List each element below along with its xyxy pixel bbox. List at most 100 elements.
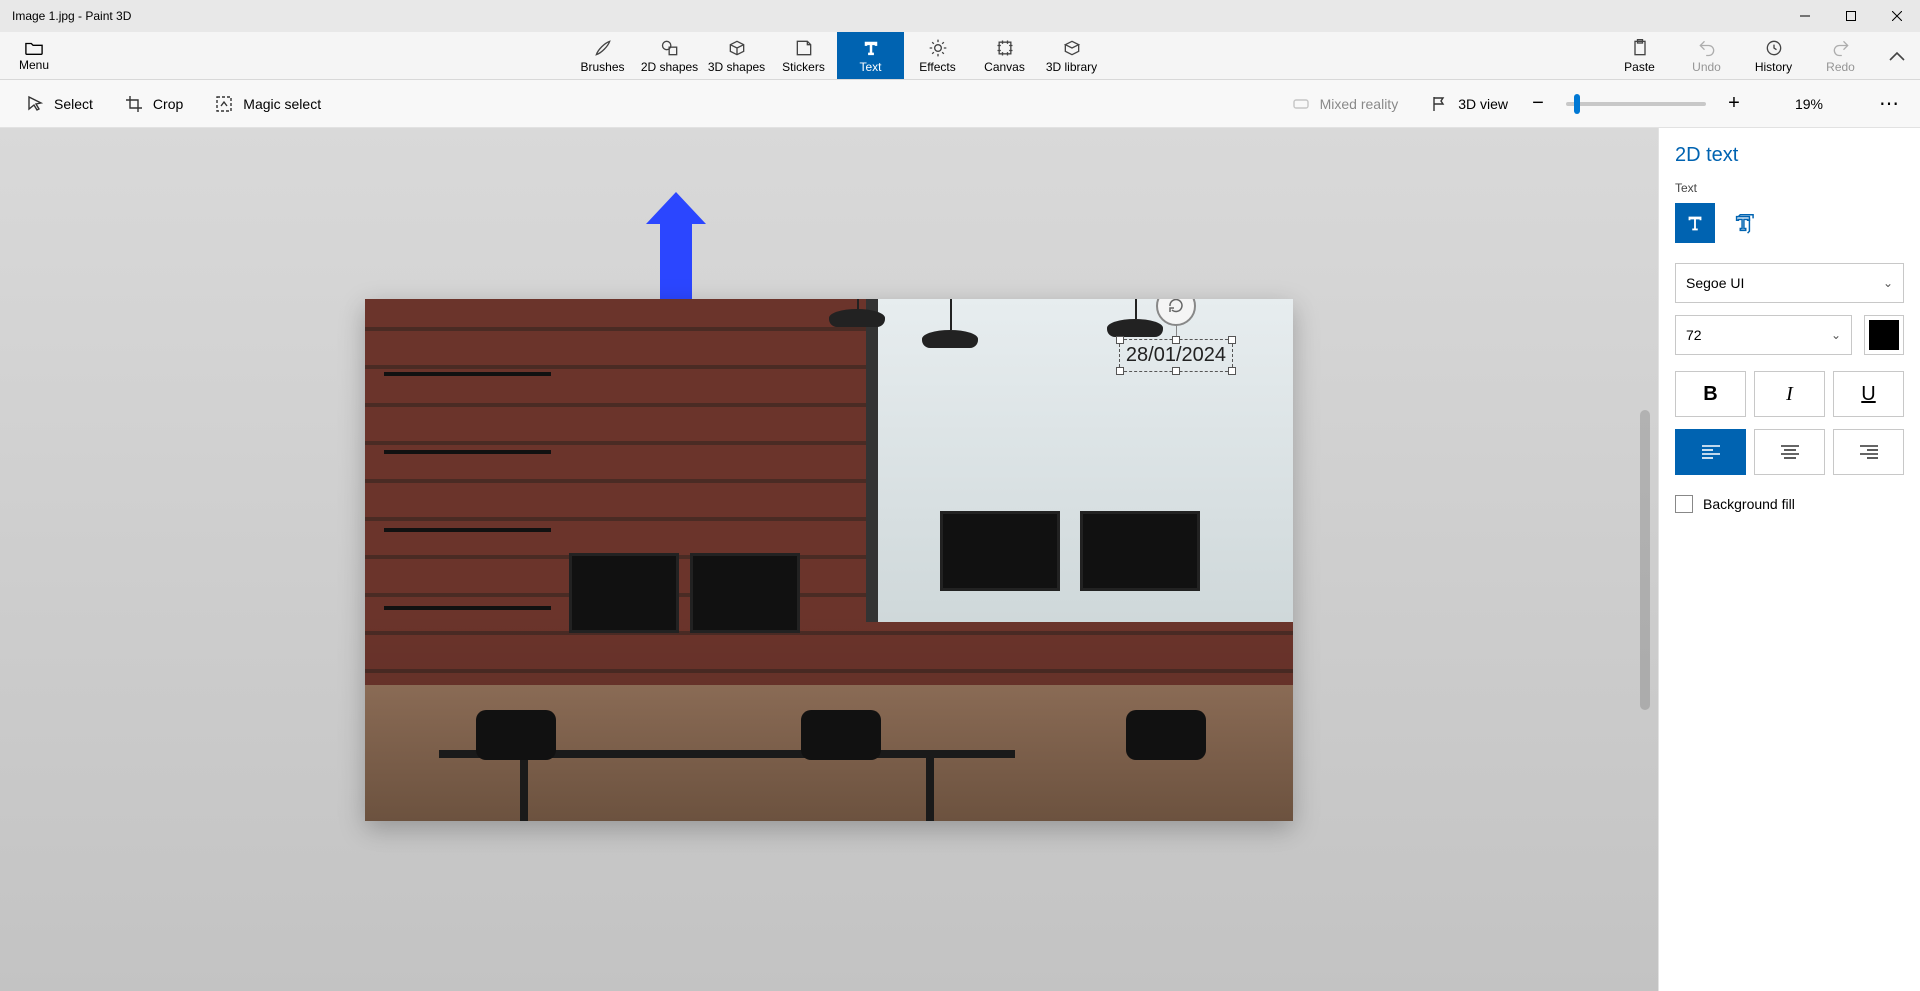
zoom-in-button[interactable]: + [1720, 90, 1748, 118]
minimize-button[interactable] [1782, 0, 1828, 32]
button-label: History [1755, 60, 1792, 74]
main: 28/01/2024 2D text Text [0, 128, 1920, 991]
secondary-toolbar: Select Crop Magic select Mixed reality 3… [0, 80, 1920, 128]
chair [801, 690, 891, 800]
more-button[interactable]: ⋯ [1870, 80, 1910, 128]
chevron-down-icon: ⌄ [1883, 276, 1893, 290]
tab-2d-shapes[interactable]: 2D shapes [636, 32, 703, 79]
tab-effects[interactable]: Effects [904, 32, 971, 79]
text-content[interactable]: 28/01/2024 [1126, 344, 1226, 366]
align-center-button[interactable] [1754, 429, 1825, 475]
cursor-icon [26, 95, 44, 113]
flag-icon [1430, 95, 1448, 113]
monitor [690, 553, 800, 633]
history-button[interactable]: History [1740, 32, 1807, 79]
ribbon: Menu Brushes 2D shapes 3D shapes Sticker… [0, 32, 1920, 80]
rotate-icon [1167, 299, 1185, 315]
menu-button[interactable]: Menu [0, 32, 68, 79]
tab-label: 3D library [1046, 60, 1097, 74]
tab-label: Brushes [580, 60, 624, 74]
effects-icon [927, 38, 949, 58]
button-label: Magic select [243, 96, 321, 112]
properties-panel: 2D text Text Segoe UI ⌄ 72 ⌄ B I U [1658, 128, 1920, 991]
brush-icon [592, 38, 614, 58]
tab-3d-shapes[interactable]: 3D shapes [703, 32, 770, 79]
shapes3d-icon [726, 38, 748, 58]
crop-button[interactable]: Crop [109, 80, 199, 128]
font-value: Segoe UI [1686, 275, 1744, 291]
tab-label: Stickers [782, 60, 825, 74]
menu-label: Menu [19, 58, 49, 72]
redo-button[interactable]: Redo [1807, 32, 1874, 79]
undo-button[interactable]: Undo [1673, 32, 1740, 79]
magic-select-button[interactable]: Magic select [199, 80, 337, 128]
shelf [384, 372, 551, 633]
crop-icon [125, 95, 143, 113]
tab-label: 3D shapes [708, 60, 765, 74]
background-fill-checkbox[interactable]: Background fill [1675, 495, 1904, 513]
resize-handle[interactable] [1172, 367, 1180, 375]
zoom-out-button[interactable]: − [1524, 90, 1552, 118]
tab-label: Text [859, 60, 881, 74]
magic-select-icon [215, 95, 233, 113]
resize-handle[interactable] [1228, 336, 1236, 344]
select-button[interactable]: Select [10, 80, 109, 128]
paste-icon [1629, 38, 1651, 58]
text3d-icon [1732, 212, 1754, 234]
align-left-button[interactable] [1675, 429, 1746, 475]
text-icon [860, 38, 882, 58]
close-button[interactable] [1874, 0, 1920, 32]
collapse-panel-button[interactable] [1874, 32, 1920, 79]
panel-title: 2D text [1675, 144, 1904, 167]
3d-text-mode[interactable] [1723, 203, 1763, 243]
tab-canvas[interactable]: Canvas [971, 32, 1038, 79]
tab-stickers[interactable]: Stickers [770, 32, 837, 79]
resize-handle[interactable] [1116, 336, 1124, 344]
underline-button[interactable]: U [1833, 371, 1904, 417]
3d-view-button[interactable]: 3D view [1414, 80, 1524, 128]
checkbox-box[interactable] [1675, 495, 1693, 513]
canvas-image[interactable]: 28/01/2024 [365, 299, 1293, 821]
button-label: 3D view [1458, 96, 1508, 112]
italic-button[interactable]: I [1754, 371, 1825, 417]
monitor [1080, 511, 1200, 591]
style-buttons: B I U [1675, 371, 1904, 417]
canvas-icon [994, 38, 1016, 58]
align-right-button[interactable] [1833, 429, 1904, 475]
paste-button[interactable]: Paste [1606, 32, 1673, 79]
text-color-swatch[interactable] [1864, 315, 1904, 355]
monitor [940, 511, 1060, 591]
maximize-button[interactable] [1828, 0, 1874, 32]
vertical-scrollbar[interactable] [1640, 410, 1650, 710]
text2d-icon [1684, 212, 1706, 234]
zoom-controls: − + 19% ⋯ [1524, 80, 1910, 128]
resize-handle[interactable] [1228, 367, 1236, 375]
checkbox-label: Background fill [1703, 496, 1795, 512]
align-center-icon [1781, 445, 1799, 459]
text-mode-buttons [1675, 203, 1904, 243]
window-controls [1782, 0, 1920, 32]
button-label: Undo [1692, 60, 1721, 74]
2d-text-mode[interactable] [1675, 203, 1715, 243]
font-select[interactable]: Segoe UI ⌄ [1675, 263, 1904, 303]
bold-button[interactable]: B [1675, 371, 1746, 417]
zoom-slider[interactable] [1566, 102, 1706, 106]
button-label: Mixed reality [1320, 96, 1399, 112]
annotation-arrow [660, 220, 692, 308]
align-buttons [1675, 429, 1904, 475]
tab-brushes[interactable]: Brushes [569, 32, 636, 79]
tab-text[interactable]: Text [837, 32, 904, 79]
canvas-area[interactable]: 28/01/2024 [0, 128, 1658, 991]
zoom-percent[interactable]: 19% [1785, 96, 1833, 112]
color-chip [1869, 320, 1899, 350]
resize-handle[interactable] [1172, 336, 1180, 344]
text-box[interactable]: 28/01/2024 [1119, 339, 1233, 372]
titlebar: Image 1.jpg - Paint 3D [0, 0, 1920, 32]
pendant-lamp [922, 330, 978, 348]
tab-3d-library[interactable]: 3D library [1038, 32, 1105, 79]
history-icon [1763, 38, 1785, 58]
resize-handle[interactable] [1116, 367, 1124, 375]
button-label: Select [54, 96, 93, 112]
font-size-select[interactable]: 72 ⌄ [1675, 315, 1852, 355]
sticker-icon [793, 38, 815, 58]
